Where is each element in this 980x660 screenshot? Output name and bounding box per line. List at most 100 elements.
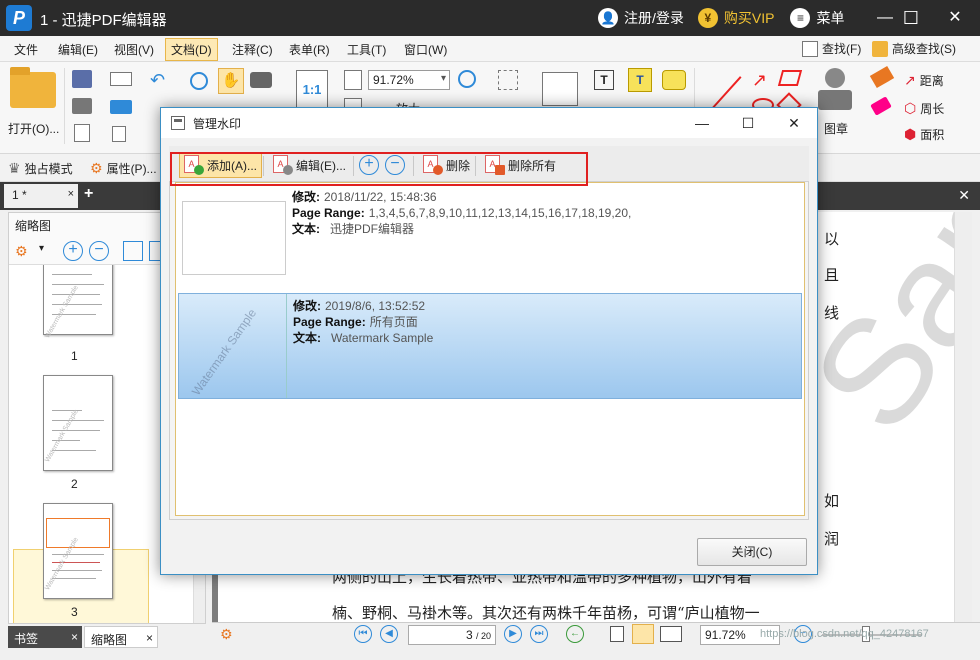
watermark-row[interactable]: 修改: 2018/11/22, 15:48:36 Page Range: 1,3,4…	[178, 185, 802, 291]
window-title: 1 - 迅捷PDF编辑器	[40, 12, 167, 29]
crown-icon: ♛	[8, 160, 21, 176]
back-icon[interactable]	[190, 72, 208, 90]
save-icon[interactable]	[72, 70, 92, 88]
find-button[interactable]: 查找(F)	[802, 40, 861, 57]
maximize-button[interactable]: ☐	[888, 0, 934, 36]
thumbnail-page-2[interactable]: Watermark Sample	[43, 375, 113, 471]
add-tab-button[interactable]: +	[84, 186, 98, 202]
menu-file[interactable]: 文件	[10, 40, 42, 59]
menu-window[interactable]: 窗口(W)	[400, 40, 451, 59]
menu-tools[interactable]: 工具(T)	[343, 40, 390, 59]
properties-button[interactable]: ⚙ 属性(P)...	[90, 160, 157, 177]
hand-tool-icon[interactable]: ✋	[218, 68, 244, 94]
rotate-left-icon[interactable]	[123, 241, 143, 261]
go-back-icon[interactable]: ←	[566, 625, 584, 643]
ribbon-divider	[64, 68, 65, 144]
status-settings-icon[interactable]: ⚙	[220, 626, 233, 643]
first-page-icon[interactable]: ⏮	[354, 625, 372, 643]
next-page-icon[interactable]: ▶	[504, 625, 522, 643]
pencil-icon[interactable]	[869, 65, 895, 89]
title-bar: P 1 - 迅捷PDF编辑器 👤 注册/登录 ¥ 购买VIP ≡ 菜单 — ☐ …	[0, 0, 980, 36]
thumbnail-page-3[interactable]: Watermark Sample	[43, 503, 113, 599]
print-icon[interactable]	[72, 98, 92, 114]
close-window-button[interactable]: ✕	[932, 0, 978, 36]
stamp-label[interactable]: 图章	[824, 120, 848, 137]
prev-page-icon[interactable]: ◀	[380, 625, 398, 643]
main-menu-button[interactable]: 菜单	[816, 8, 844, 28]
thumbnail-number: 2	[71, 477, 78, 491]
open-folder-icon[interactable]	[10, 67, 56, 108]
last-page-icon[interactable]: ⏭	[530, 625, 548, 643]
continuous-view-icon[interactable]	[632, 624, 654, 644]
watermark-preview: Watermark Sample	[183, 294, 287, 398]
edit-content-icon[interactable]	[542, 72, 578, 106]
menu-comment[interactable]: 注释(C)	[228, 40, 277, 59]
thumbnails-tab[interactable]: 缩略图 ×	[84, 626, 158, 648]
single-page-view-icon[interactable]	[610, 626, 624, 642]
watermark-preview	[182, 201, 286, 275]
distance-tool[interactable]: ↗ 距离	[904, 72, 944, 89]
folder-search-icon	[872, 40, 888, 57]
menu-document[interactable]: 文档(D)	[165, 38, 218, 61]
document-scrollbar[interactable]	[954, 212, 972, 622]
dialog-close-button[interactable]: ✕	[779, 112, 809, 134]
close-document-button[interactable]: ✕	[958, 187, 970, 204]
fit-page-icon[interactable]	[344, 70, 362, 90]
new-doc-icon[interactable]	[112, 126, 126, 142]
thumbnail-settings-icon[interactable]: ⚙	[15, 243, 28, 260]
page-text-line: 如	[824, 492, 840, 510]
area-tool[interactable]: ⬢ 面积	[904, 126, 944, 143]
close-tab-icon[interactable]: ×	[68, 188, 74, 200]
open-button-label[interactable]: 打开(O)...	[8, 120, 59, 137]
settings-dropdown-icon[interactable]: ▾	[39, 243, 44, 254]
close-tab-icon[interactable]: ×	[146, 631, 153, 645]
dialog-maximize-button[interactable]: ☐	[733, 112, 763, 134]
typewriter-icon[interactable]: T	[628, 68, 652, 92]
area-icon: ⬢	[904, 126, 917, 142]
find-icon	[802, 40, 818, 57]
modified-label: 修改:	[293, 299, 321, 313]
facing-view-icon[interactable]	[660, 626, 682, 642]
close-tab-icon[interactable]: ×	[71, 630, 78, 644]
highlight-icon[interactable]	[110, 100, 132, 114]
note-icon[interactable]	[662, 70, 686, 90]
watermark-list: 修改: 2018/11/22, 15:48:36 Page Range: 1,3,4…	[175, 182, 805, 516]
email-icon[interactable]	[110, 72, 132, 86]
thumbnail-panel-title: 缩略图	[15, 219, 52, 233]
page-text-line: 且	[824, 266, 840, 284]
zoom-select[interactable]: 91.72%	[368, 70, 450, 90]
advanced-find-button[interactable]: 高级查找(S)	[872, 40, 956, 57]
eraser-icon[interactable]	[870, 96, 892, 116]
modified-label: 修改:	[292, 190, 320, 204]
menu-view[interactable]: 视图(V)	[110, 40, 158, 59]
modified-value: 2018/11/22, 15:48:36	[324, 190, 437, 204]
zoom-in-icon[interactable]	[458, 70, 476, 88]
menu-form[interactable]: 表单(R)	[285, 40, 334, 59]
page-number-input[interactable]: 3 / 20	[408, 625, 496, 645]
dialog-minimize-button[interactable]: —	[687, 112, 717, 134]
perimeter-tool[interactable]: ⬡ 周长	[904, 100, 944, 117]
stamp-icon[interactable]	[818, 68, 852, 114]
polygon-tool-icon[interactable]	[777, 70, 803, 86]
menu-edit[interactable]: 编辑(E)	[54, 40, 102, 59]
login-link[interactable]: 注册/登录	[624, 8, 684, 28]
marquee-zoom-icon[interactable]	[498, 70, 518, 90]
actual-size-icon[interactable]: 1:1	[296, 70, 328, 110]
page-text-line: 润	[824, 530, 840, 548]
exclusive-mode-button[interactable]: ♛ 独占模式	[8, 160, 73, 177]
arrow-tool-icon[interactable]: ↗	[752, 70, 767, 91]
buy-vip-link[interactable]: 购买VIP	[724, 8, 775, 28]
thumb-zoom-out-icon[interactable]: −	[89, 241, 109, 261]
bookmarks-tab[interactable]: 书签 ×	[8, 626, 82, 648]
advanced-find-label: 高级查找(S)	[892, 42, 956, 56]
text-box-icon[interactable]: T	[594, 70, 614, 90]
doc-tab[interactable]: 1 * ×	[4, 184, 78, 208]
toolbar-highlight-frame	[170, 152, 588, 186]
thumb-zoom-in-icon[interactable]: +	[63, 241, 83, 261]
snapshot-icon[interactable]	[250, 72, 272, 88]
export-icon[interactable]	[74, 124, 90, 142]
undo-icon[interactable]: ↶	[150, 70, 165, 91]
thumbnail-page-1[interactable]: Watermark Sample	[43, 265, 113, 340]
watermark-row-selected[interactable]: Watermark Sample 修改: 2019/8/6, 13:52:52 P…	[178, 293, 802, 399]
close-dialog-button[interactable]: 关闭(C)	[697, 538, 807, 566]
